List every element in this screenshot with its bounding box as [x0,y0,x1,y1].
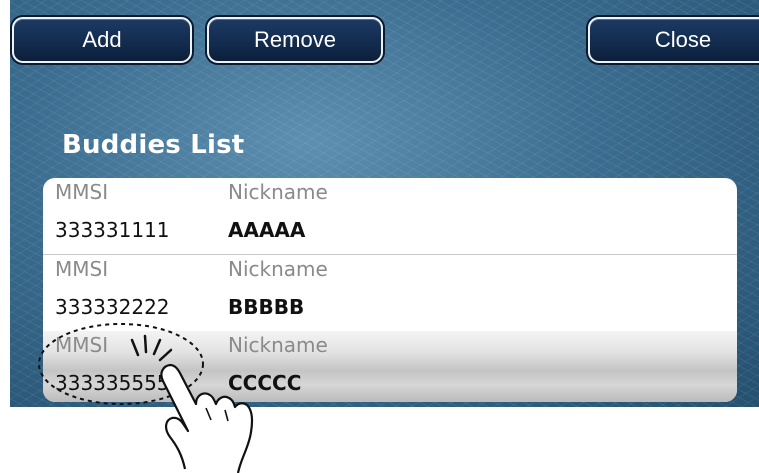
mmsi-header: MMSI [55,257,109,281]
remove-button[interactable]: Remove [207,17,383,63]
buddies-list: MMSI Nickname 333331111 AAAAA MMSI Nickn… [43,178,737,402]
mmsi-header: MMSI [55,333,109,357]
list-item[interactable]: MMSI Nickname 333332222 BBBBB [43,255,737,331]
add-button[interactable]: Add [12,17,192,63]
nickname-value: CCCCC [228,371,302,395]
nickname-value: AAAAA [228,218,306,242]
buddies-screen: Add Remove Close Buddies List MMSI Nickn… [10,0,759,407]
mmsi-value: 333335555 [55,371,170,395]
nickname-header: Nickname [228,257,328,281]
mmsi-value: 333332222 [55,295,170,319]
nickname-header: Nickname [228,180,328,204]
list-item[interactable]: MMSI Nickname 333331111 AAAAA [43,178,737,255]
list-item-selected[interactable]: MMSI Nickname 333335555 CCCCC [43,331,737,402]
mmsi-value: 333331111 [55,218,170,242]
close-button[interactable]: Close [588,17,759,63]
nickname-value: BBBBB [228,295,305,319]
nickname-header: Nickname [228,333,328,357]
buddies-list-title: Buddies List [62,130,245,160]
mmsi-header: MMSI [55,180,109,204]
